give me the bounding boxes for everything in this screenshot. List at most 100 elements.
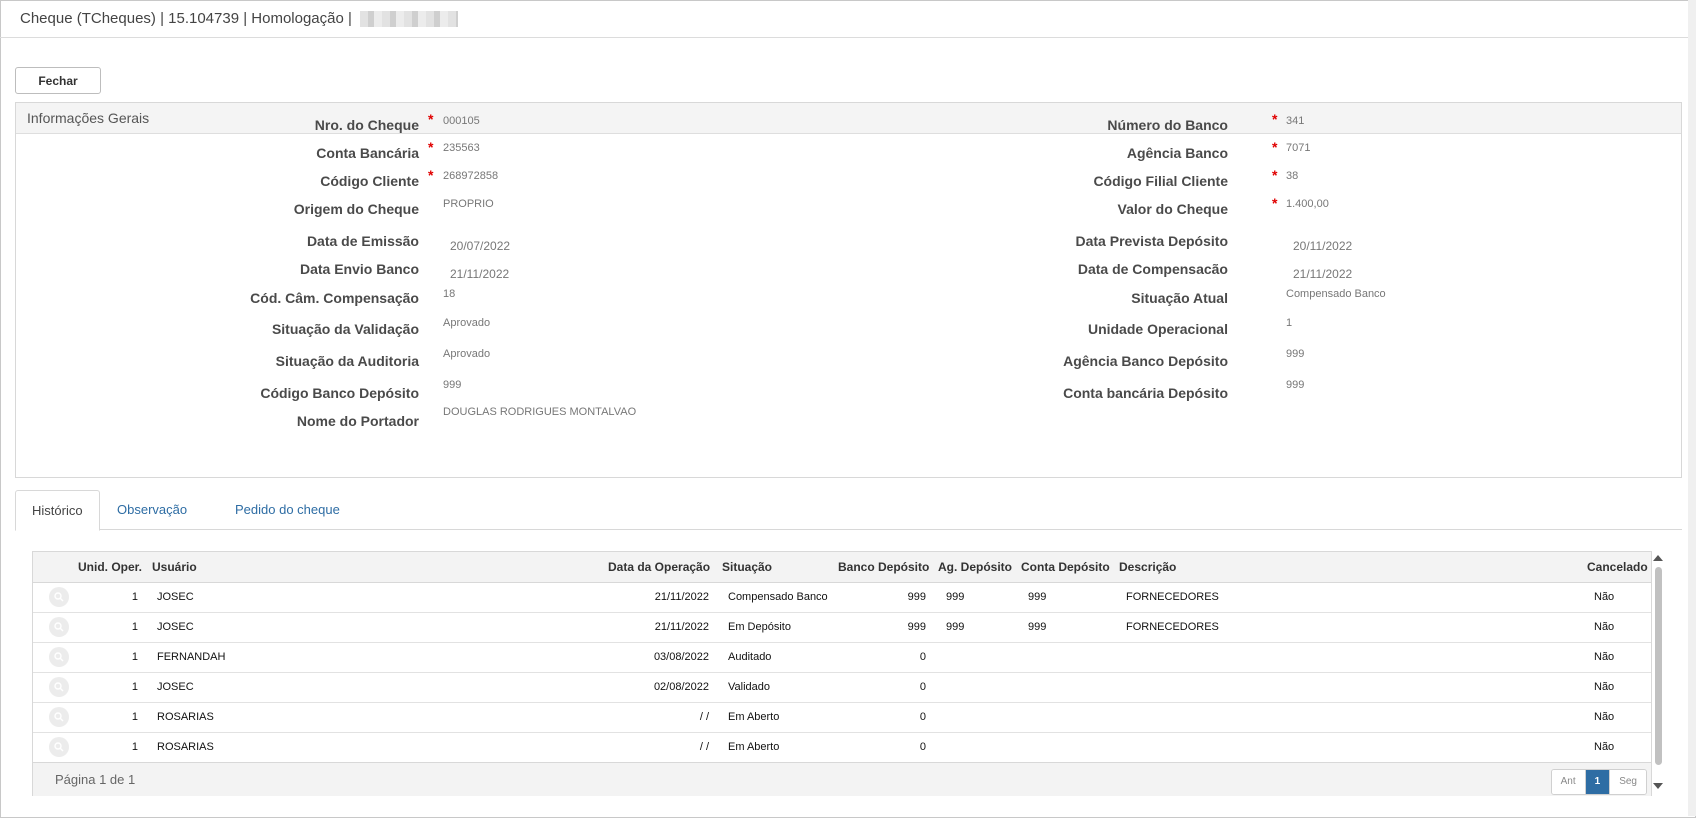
field-label-left-1: Conta Bancária [316,145,419,161]
field-value-left-10: DOUGLAS RODRIGUES MONTALVAO [443,406,637,418]
search-icon[interactable] [49,647,69,667]
table-cell: 1 [131,591,138,603]
scroll-up-icon[interactable] [1653,555,1663,561]
table-cell: ROSARIAS [157,711,214,723]
grid-scrollbar[interactable] [1652,551,1664,796]
table-row[interactable]: 1 JOSEC 21/11/2022 Em Depósito 999 999 999 FORN… [33,612,1651,643]
table-cell: JOSEC [157,681,194,693]
field-value-left-8: Aprovado [443,348,491,360]
page-scrollbar[interactable] [1688,0,1696,816]
redacted-environment-name [360,11,459,28]
table-cell: Em Depósito [728,621,791,633]
field-label-right-5: Data de Compensacão [1077,261,1228,277]
search-icon[interactable] [49,677,69,697]
field-value-right-9: 999 [1286,379,1305,391]
history-grid: Unid. Oper. Usuário Data da Operação Sit… [32,551,1652,796]
field-value-left-7: Aprovado [443,317,491,329]
field-value-right-4: 20/11/2022 [1293,239,1353,253]
table-cell: 21/11/2022 [654,591,709,603]
table-cell: 1 [131,711,138,723]
field-value-right-3: 1.400,00 [1286,198,1329,210]
page-info: Página 1 de 1 [55,772,136,787]
table-cell: FERNANDAH [157,651,226,663]
table-row[interactable]: 1 ROSARIAS / / Em Aberto 0 Não [33,732,1651,763]
col-situacao[interactable]: Situação [722,552,772,582]
col-usuario[interactable]: Usuário [152,552,197,582]
pager-current-page[interactable]: 1 [1585,770,1611,794]
table-cell: / / [699,741,709,753]
field-label-left-9: Código Banco Depósito [260,385,419,401]
search-icon[interactable] [49,587,69,607]
col-unid-oper[interactable]: Unid. Oper. [78,552,142,582]
table-cell: 999 [907,621,926,633]
table-cell: / / [699,711,709,723]
field-label-right-6: Situação Atual [1131,290,1228,306]
table-cell: ROSARIAS [157,741,214,753]
field-value-right-6: Compensado Banco [1286,288,1386,300]
field-value-right-2: 38 [1286,170,1299,182]
table-cell: 999 [907,591,926,603]
panel-title: Informações Gerais [16,103,1681,134]
table-row[interactable]: 1 ROSARIAS / / Em Aberto 0 Não [33,702,1651,733]
general-info-panel: Informações Gerais Nro. do Cheque * 000105… [15,102,1682,478]
table-cell: 1 [131,651,138,663]
table-cell: Não [1594,681,1615,693]
table-row[interactable]: 1 FERNANDAH 03/08/2022 Auditado 0 Não [33,642,1651,673]
field-label-left-5: Data Envio Banco [299,261,419,277]
pager-prev-button[interactable]: Ant [1551,770,1586,794]
search-icon[interactable] [49,617,69,637]
field-label-left-0: Nro. do Cheque [314,117,419,133]
col-descricao[interactable]: Descrição [1119,552,1176,582]
field-label-right-9: Conta bancária Depósito [1063,385,1228,401]
required-marker: * [428,139,434,155]
table-cell: Não [1594,591,1615,603]
pager-next-button[interactable]: Seg [1610,770,1646,794]
required-marker: * [1272,111,1278,127]
table-cell: FORNECEDORES [1126,621,1219,633]
table-cell: Em Aberto [728,711,780,723]
col-cancelado[interactable]: Cancelado [1587,552,1648,582]
field-value-right-8: 999 [1286,348,1305,360]
tab-historico[interactable]: Histórico [15,490,100,531]
field-value-left-5: 21/11/2022 [450,267,510,281]
search-icon[interactable] [49,737,69,757]
table-row[interactable]: 1 JOSEC 02/08/2022 Validado 0 Não [33,672,1651,703]
field-value-left-6: 18 [443,288,456,300]
table-cell: Não [1594,741,1615,753]
table-cell: JOSEC [157,621,194,633]
table-cell: 0 [919,681,926,693]
field-value-left-2: 268972858 [443,170,499,182]
col-banco-deposito[interactable]: Banco Depósito [838,552,929,582]
table-cell: 0 [919,741,926,753]
field-label-right-7: Unidade Operacional [1087,321,1228,337]
field-value-right-5: 21/11/2022 [1293,267,1353,281]
field-label-right-8: Agência Banco Depósito [1063,353,1228,369]
col-ag-deposito[interactable]: Ag. Depósito [938,552,1012,582]
grid-header: Unid. Oper. Usuário Data da Operação Sit… [33,552,1651,583]
field-value-left-9: 999 [443,379,462,391]
field-value-right-7: 1 [1286,317,1293,329]
search-icon[interactable] [49,707,69,727]
field-label-left-10: Nome do Portador [296,413,419,429]
tab-pedido-do-cheque[interactable]: Pedido do cheque [219,490,356,530]
table-cell: 02/08/2022 [653,681,709,693]
scroll-down-icon[interactable] [1653,783,1663,789]
scroll-thumb[interactable] [1655,567,1662,765]
required-marker: * [1272,167,1278,183]
close-button[interactable]: Fechar [15,67,101,94]
table-cell: 999 [1028,621,1047,633]
field-value-right-0: 341 [1286,115,1305,127]
field-label-right-4: Data Prevista Depósito [1075,233,1229,249]
col-conta-deposito[interactable]: Conta Depósito [1021,552,1110,582]
table-row[interactable]: 1 JOSEC 21/11/2022 Compensado Banco 999 999 99… [33,582,1651,613]
table-cell: Em Aberto [728,741,780,753]
table-cell: Não [1594,651,1615,663]
tab-bar: Histórico Observação Pedido do cheque [15,490,1682,531]
col-data-operacao[interactable]: Data da Operação [608,552,710,582]
field-label-left-3: Origem do Cheque [293,201,419,217]
table-cell: JOSEC [157,591,194,603]
pager: Ant 1 Seg [1550,769,1647,795]
table-cell: 03/08/2022 [653,651,709,663]
field-label-left-7: Situação da Validação [271,321,419,337]
tab-observacao[interactable]: Observação [101,490,203,530]
